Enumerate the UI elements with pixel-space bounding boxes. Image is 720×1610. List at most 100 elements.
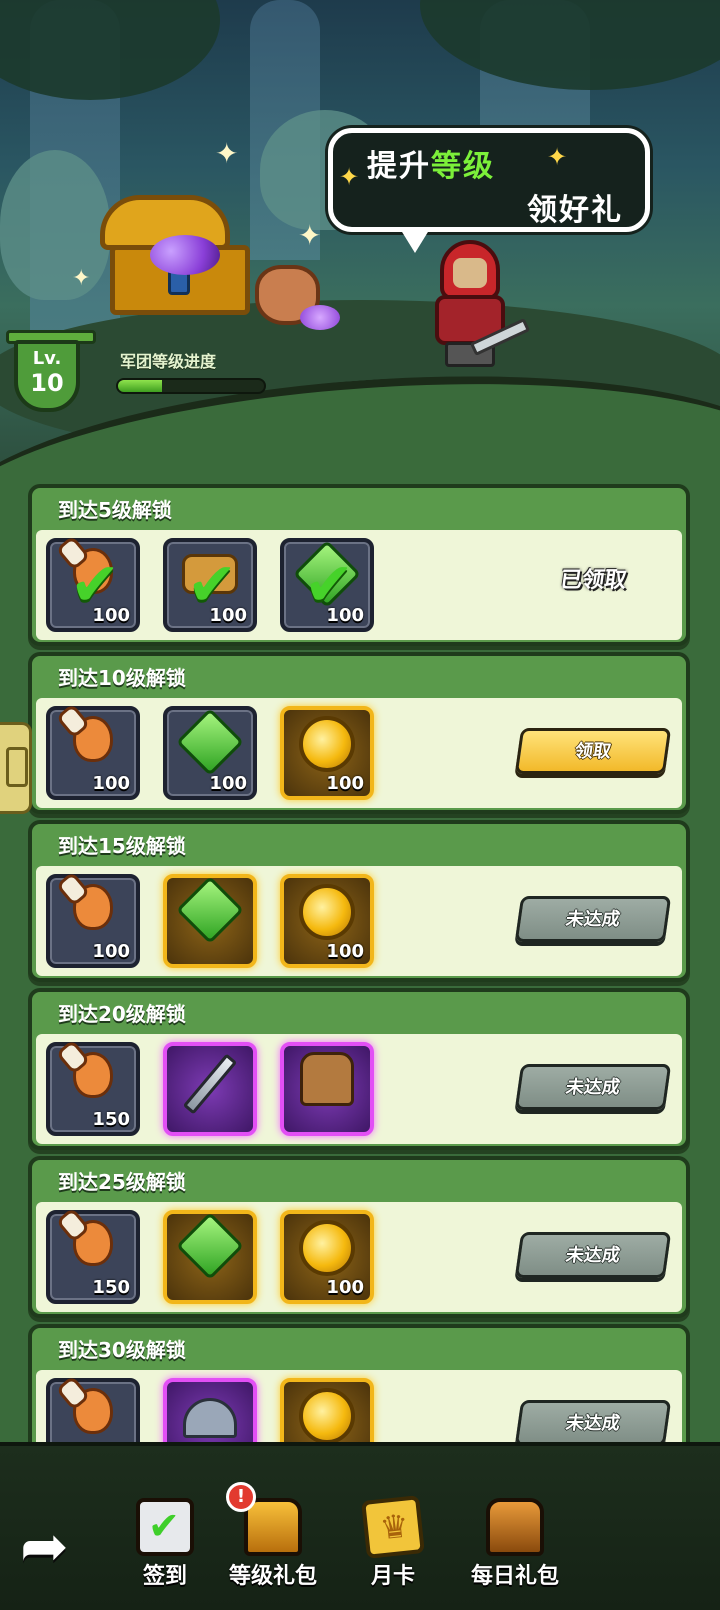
reward-item-slot[interactable] [163,874,257,968]
not-reached-button[interactable]: 未达成 [514,1064,672,1110]
tier-title: 到达25级解锁 [58,1170,186,1194]
reward-item-slot[interactable]: ✔ 100 [46,538,140,632]
tier-title: 到达30级解锁 [58,1338,186,1362]
nav-label: 等级礼包 [228,1564,317,1589]
nav-label: 签到 [142,1564,187,1589]
claimed-label: 已领取 [558,568,629,593]
reward-item-slot[interactable] [163,1210,257,1304]
sparkle-icon: ✦ [215,137,239,170]
nav-level-pack[interactable]: 等级礼包 [218,1498,328,1602]
not-reached-button[interactable]: 未达成 [514,1232,672,1278]
purple-gem-pile-icon [150,235,220,275]
nav-sign-in[interactable]: 签到 [110,1498,220,1602]
meat-icon [73,1220,113,1266]
reward-item-slot[interactable]: 100 [46,706,140,800]
back-arrow-icon: ➦ [20,1512,69,1580]
crown-card-icon [361,1495,425,1559]
gold-coin-icon [299,1220,355,1276]
reward-item-slot[interactable] [163,1378,257,1442]
alert-badge: ! [226,1482,256,1512]
reward-item-slot[interactable] [163,1042,257,1136]
level-badge: Lv. 10 [6,330,96,414]
reward-item-slot[interactable]: 100 [46,874,140,968]
level-progress-fill [118,380,162,392]
not-reached-button[interactable]: 未达成 [514,1400,672,1442]
speech-bubble: ✦ 提升等级 ✦ 领好礼 [328,128,650,253]
helmet-icon [183,1398,237,1438]
star-icon: ✦ [339,163,360,191]
gold-coin-icon [299,716,355,772]
meat-icon [73,1388,113,1434]
banner: ✦ ✦ ✦ ✦ 提升等级 ✦ 领好礼 Lv. 10 军团等级进度 [0,0,720,470]
sword-icon [182,1053,238,1115]
meat-icon [73,884,113,930]
foliage [420,0,720,90]
reward-item-slot[interactable]: 100 [280,706,374,800]
nav-daily-pack[interactable]: 每日礼包 [460,1498,570,1602]
reward-item-slot[interactable] [280,1378,374,1442]
sparkle-icon: ✦ [72,266,91,291]
hero-character [420,240,531,370]
reward-item-slot[interactable] [46,1378,140,1442]
side-panel-tab[interactable] [0,722,32,814]
green-gem-icon [176,1212,244,1280]
star-icon: ✦ [547,143,568,171]
speech-line-2: 领好礼 [527,193,623,228]
item-quantity: 100 [326,605,364,626]
reward-tier-card: 到达15级解锁 100 100 未达成 [28,820,690,982]
nav-label: 月卡 [370,1564,415,1589]
level-progress-bar [116,378,266,394]
reward-tier-card: 到达5级解锁 ✔ 100 ✔ 100 ✔ 100 已领取 [28,484,690,646]
level-value: 10 [30,369,64,397]
reward-tier-card: 到达25级解锁 150 100 未达成 [28,1156,690,1318]
reward-item-slot[interactable] [280,1042,374,1136]
foliage [0,0,220,100]
reward-item-slot[interactable]: ✔ 100 [280,538,374,632]
tier-body: 未达成 [36,1370,682,1442]
tier-body: 100 100 未达成 [36,866,682,976]
meat-icon [73,716,113,762]
speech-line-1: 提升等级 [367,149,495,184]
back-button[interactable]: ➦ [20,1512,92,1580]
level-label: Lv. [32,348,62,369]
armor-icon [300,1052,354,1106]
item-quantity: 100 [326,1277,364,1298]
nav-label: 每日礼包 [470,1564,559,1589]
tier-body: 150 100 未达成 [36,1202,682,1312]
gold-coin-icon [299,884,355,940]
tier-title: 到达10级解锁 [58,666,186,690]
item-quantity: 100 [92,941,130,962]
item-quantity: 150 [92,1109,130,1130]
reward-item-slot[interactable]: 150 [46,1210,140,1304]
reward-item-slot[interactable]: 100 [280,874,374,968]
reward-item-slot[interactable]: ✔ 100 [163,538,257,632]
chest-icon [244,1498,302,1556]
item-quantity: 100 [209,605,247,626]
reward-tier-card: 到达30级解锁未达成 [28,1324,690,1442]
item-quantity: 100 [92,773,130,794]
item-quantity: 100 [92,605,130,626]
tier-title: 到达5级解锁 [58,498,172,522]
progress-label: 军团等级进度 [120,352,217,371]
purple-gems-icon [300,305,340,330]
reward-item-slot[interactable]: 100 [163,706,257,800]
nav-monthly-card[interactable]: 月卡 [338,1495,448,1602]
reward-tier-card: 到达10级解锁 100 100 100 领取 [28,652,690,814]
reward-item-slot[interactable]: 100 [280,1210,374,1304]
tier-body: ✔ 100 ✔ 100 ✔ 100 已领取 [36,530,682,640]
tier-title: 到达20级解锁 [58,1002,186,1026]
not-reached-button[interactable]: 未达成 [514,896,672,942]
item-quantity: 100 [326,773,364,794]
reward-item-slot[interactable]: 150 [46,1042,140,1136]
item-quantity: 100 [209,773,247,794]
reward-tier-card: 到达20级解锁 150 未达成 [28,988,690,1150]
meat-icon [73,1052,113,1098]
reward-tier-list[interactable]: 到达5级解锁 ✔ 100 ✔ 100 ✔ 100 已领取 到达10级解锁 100 100 100 领取到… [0,480,720,1442]
sparkle-icon: ✦ [298,219,322,252]
tier-body: 150 未达成 [36,1034,682,1144]
item-quantity: 100 [326,941,364,962]
green-gem-icon [176,708,244,776]
claim-button[interactable]: 领取 [514,728,672,774]
green-gem-icon [176,876,244,944]
bottom-nav-bar: ➦ 签到 等级礼包 月卡 每日礼包 [0,1442,720,1610]
